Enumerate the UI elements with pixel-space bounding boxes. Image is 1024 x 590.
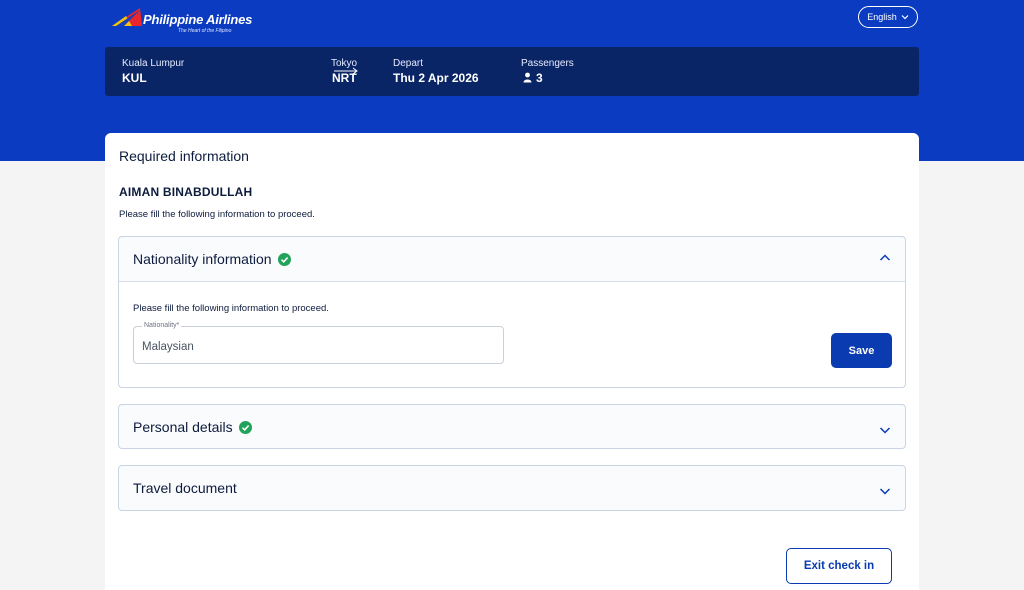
chevron-down-icon[interactable] — [879, 424, 891, 436]
section-personal-details-header[interactable]: Personal details — [119, 405, 905, 449]
passenger-name: AIMAN BINABDULLAH — [119, 185, 253, 199]
section-instruction: Please fill the following information to… — [133, 303, 329, 314]
section-title: Travel document — [133, 480, 237, 496]
destination-city: Tokyo — [331, 58, 358, 69]
save-button[interactable]: Save — [831, 333, 892, 368]
origin-city: Kuala Lumpur — [122, 58, 185, 69]
person-icon — [523, 72, 532, 83]
section-travel-document-header[interactable]: Travel document — [119, 466, 905, 510]
passengers-count: 3 — [536, 71, 543, 85]
depart-label: Depart — [393, 58, 424, 69]
passenger-instruction: Please fill the following information to… — [119, 209, 315, 220]
section-nationality-header[interactable]: Nationality information — [119, 237, 905, 281]
required-info-card: Required information AIMAN BINABDULLAH P… — [105, 133, 919, 590]
destination-code: NRT — [332, 71, 357, 85]
check-circle-icon — [277, 252, 291, 266]
trip-summary: Kuala Lumpur KUL Tokyo NRT Depart Thu 2 … — [105, 47, 919, 96]
section-title: Nationality information — [133, 251, 272, 267]
airline-logo-icon — [112, 8, 142, 26]
section-nationality-body: Please fill the following information to… — [119, 281, 905, 387]
nationality-value: Malaysian — [142, 341, 194, 353]
depart-date: Thu 2 Apr 2026 — [393, 71, 479, 85]
language-selector[interactable]: English — [858, 6, 918, 28]
section-title: Personal details — [133, 419, 233, 435]
nationality-label: Nationality* — [142, 322, 182, 329]
passengers-label: Passengers — [521, 58, 574, 69]
section-personal-details[interactable]: Personal details — [118, 404, 906, 449]
section-nationality: Nationality information Please fill the … — [118, 236, 906, 388]
section-travel-document[interactable]: Travel document — [118, 465, 906, 511]
check-circle-icon — [238, 420, 252, 434]
chevron-down-icon[interactable] — [879, 485, 891, 497]
chevron-down-icon — [901, 15, 909, 20]
nationality-field[interactable]: Nationality* Malaysian — [133, 322, 504, 364]
page-title: Required information — [119, 148, 249, 164]
language-label: English — [867, 12, 897, 22]
brand-tagline: The Heart of the Filipino — [178, 28, 232, 34]
brand-name: Philippine Airlines — [143, 12, 253, 27]
chevron-up-icon[interactable] — [879, 252, 891, 264]
airline-logo[interactable]: Philippine Airlines The Heart of the Fil… — [110, 6, 253, 36]
exit-check-in-button[interactable]: Exit check in — [786, 548, 892, 584]
origin-code: KUL — [122, 71, 147, 85]
